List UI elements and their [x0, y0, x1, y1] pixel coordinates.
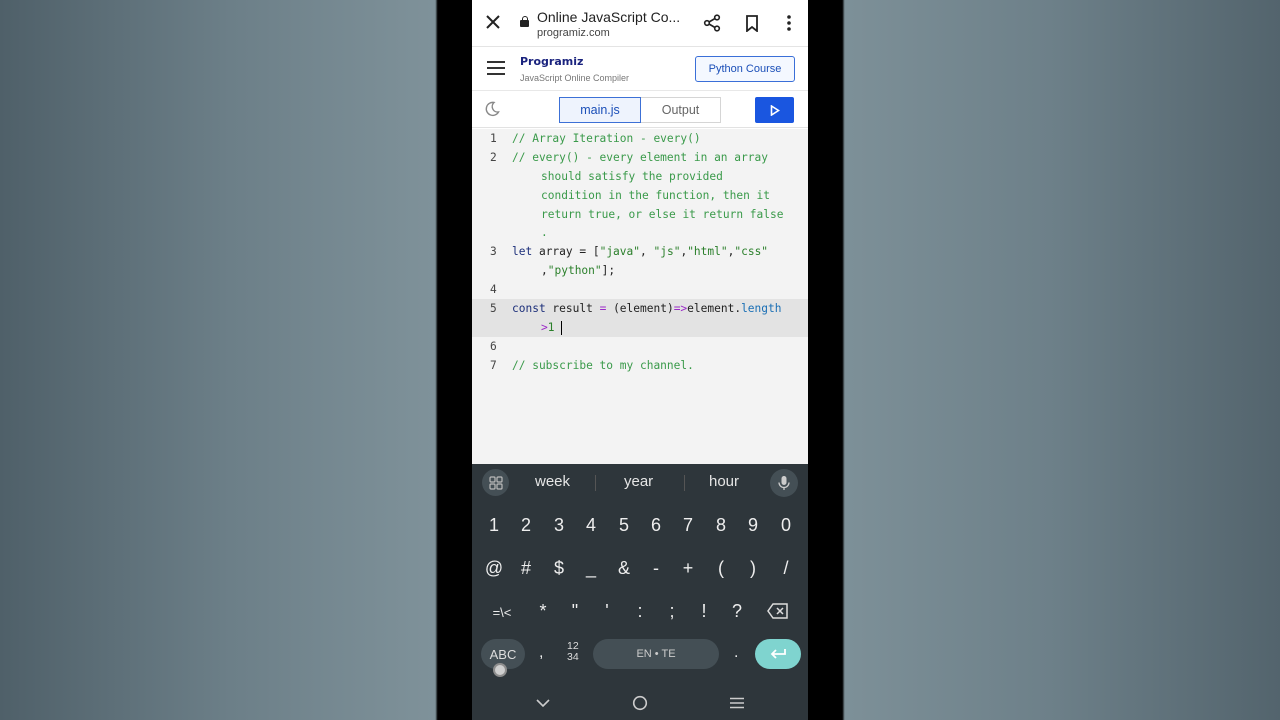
key[interactable]: ' [594, 601, 620, 622]
key[interactable]: + [675, 558, 701, 579]
tab-main-js[interactable]: main.js [559, 97, 641, 123]
key[interactable]: 0 [773, 515, 799, 536]
suggestion-year[interactable]: year [624, 473, 653, 490]
more-vert-icon[interactable] [778, 12, 800, 34]
key[interactable]: 6 [643, 515, 669, 536]
key[interactable]: 7 [675, 515, 701, 536]
compiler-subtitle: JavaScript Online Compiler [520, 73, 630, 83]
enter-icon [770, 649, 786, 659]
menu-icon[interactable] [487, 61, 505, 75]
bookmark-icon[interactable] [741, 12, 763, 34]
key[interactable]: 9 [740, 515, 766, 536]
suggestion-bar: week year hour [472, 464, 808, 501]
enter-key[interactable] [755, 639, 801, 669]
phone-frame: Online JavaScript Co... programiz.com Pr… [438, 0, 841, 720]
home-icon[interactable] [629, 692, 651, 714]
key[interactable]: # [513, 558, 539, 579]
system-nav-bar [472, 686, 808, 720]
key[interactable]: & [611, 558, 637, 579]
numpad-key[interactable]: 12 34 [567, 641, 579, 663]
python-course-button[interactable]: Python Course [695, 56, 795, 82]
editor-toolbar: main.js Output [472, 92, 808, 128]
apps-grid-icon[interactable] [482, 469, 509, 496]
key[interactable]: 2 [513, 515, 539, 536]
site-header: Programiz JavaScript Online Compiler Pyt… [472, 48, 808, 91]
key[interactable]: 5 [611, 515, 637, 536]
key[interactable]: ; [659, 601, 685, 622]
play-icon [770, 104, 780, 116]
comma-key[interactable]: , [539, 644, 543, 662]
space-key[interactable]: EN • TE [593, 639, 719, 669]
page-url: programiz.com [537, 27, 610, 39]
key[interactable]: - [643, 558, 669, 579]
suggestion-hour[interactable]: hour [709, 473, 739, 490]
key[interactable]: / [773, 558, 799, 579]
suggestion-divider [684, 475, 685, 491]
run-button[interactable] [755, 97, 794, 123]
dark-mode-icon[interactable] [484, 101, 500, 117]
period-key[interactable]: . [734, 644, 738, 662]
programiz-logo[interactable]: Programiz [520, 55, 583, 68]
share-icon[interactable] [701, 12, 723, 34]
key[interactable]: @ [481, 558, 507, 579]
key[interactable]: ? [724, 601, 750, 622]
key[interactable]: : [627, 601, 653, 622]
page-title: Online JavaScript Co... [537, 9, 681, 25]
more-symbols-key[interactable]: =\< [486, 605, 518, 620]
microphone-icon[interactable] [770, 469, 798, 497]
close-icon[interactable] [482, 11, 504, 33]
tab-output[interactable]: Output [641, 97, 721, 123]
key[interactable]: * [530, 601, 556, 622]
browser-toolbar: Online JavaScript Co... programiz.com [472, 0, 808, 47]
touch-indicator [493, 663, 507, 677]
key[interactable]: $ [546, 558, 572, 579]
backspace-icon[interactable] [765, 603, 791, 624]
chevron-down-icon[interactable] [532, 692, 554, 714]
key[interactable]: 1 [481, 515, 507, 536]
key[interactable]: 4 [578, 515, 604, 536]
recents-menu-icon[interactable] [726, 692, 748, 714]
key[interactable]: _ [578, 558, 604, 579]
key[interactable]: ( [708, 558, 734, 579]
text-cursor [560, 321, 562, 335]
key[interactable]: 3 [546, 515, 572, 536]
lock-icon [520, 16, 529, 27]
key[interactable]: 8 [708, 515, 734, 536]
screen: Online JavaScript Co... programiz.com Pr… [472, 0, 808, 720]
key[interactable]: ) [740, 558, 766, 579]
key[interactable]: " [562, 601, 588, 622]
code-editor[interactable]: 1 // Array Iteration - every() 2 // ever… [472, 129, 808, 464]
key[interactable]: ! [691, 601, 717, 622]
on-screen-keyboard: week year hour 1 2 3 4 5 6 7 8 9 0 @ # $… [472, 464, 808, 720]
suggestion-divider [595, 475, 596, 491]
suggestion-week[interactable]: week [535, 473, 570, 490]
